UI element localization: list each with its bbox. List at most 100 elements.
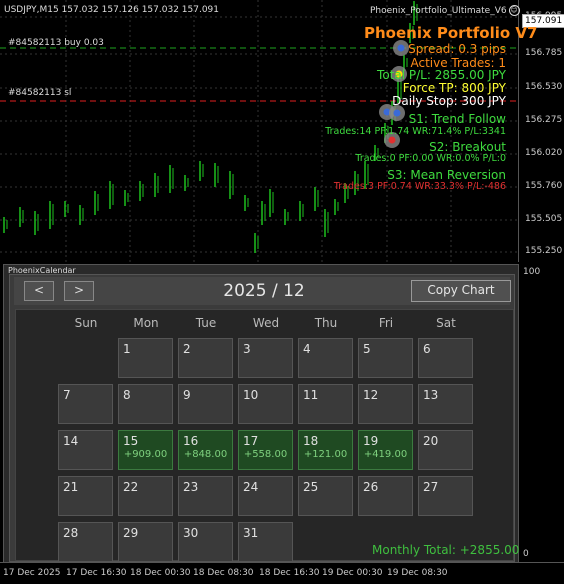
time-tick: 17 Dec 16:30 xyxy=(66,568,127,578)
calendar-day-pnl: +848.00 xyxy=(183,449,228,460)
calendar-day-number: 15 xyxy=(123,434,139,448)
calendar-day-pnl: +909.00 xyxy=(123,449,168,460)
day-of-week-header: Thu xyxy=(314,316,338,330)
calendar-day-cell[interactable]: 1 xyxy=(118,338,173,378)
calendar-day-cell[interactable]: 24 xyxy=(238,476,293,516)
calendar-day-number: 18 xyxy=(303,434,319,448)
calendar-day-number: 5 xyxy=(363,342,371,356)
day-of-week-header: Sun xyxy=(74,316,98,330)
day-of-week-header: Mon xyxy=(133,316,159,330)
calendar-scale-top: 100 xyxy=(523,267,541,277)
calendar-day-number: 6 xyxy=(423,342,431,356)
calendar-day-cell[interactable]: 11 xyxy=(298,384,353,424)
price-tick: 155.250 xyxy=(525,246,563,256)
calendar-day-cell[interactable]: 18 +121.00 xyxy=(298,430,353,470)
day-of-week-header: Wed xyxy=(252,316,280,330)
calendar-day-cell[interactable]: 30 xyxy=(178,522,233,562)
prev-month-button[interactable]: < xyxy=(24,281,54,301)
calendar-day-cell[interactable]: 14 xyxy=(58,430,113,470)
calendar-day-cell[interactable]: 2 xyxy=(178,338,233,378)
calendar-day-cell[interactable]: 22 xyxy=(118,476,173,516)
calendar-day-cell[interactable]: 23 xyxy=(178,476,233,516)
overlay-daily-stop: Daily Stop: 300 JPY xyxy=(392,94,506,108)
calendar-day-cell[interactable]: 12 xyxy=(358,384,413,424)
time-tick: 18 Dec 16:30 xyxy=(259,568,320,578)
calendar-day-cell[interactable]: 28 xyxy=(58,522,113,562)
calendar-day-cell[interactable]: 5 xyxy=(358,338,413,378)
calendar-day-number: 22 xyxy=(123,480,139,494)
trade-marker-dot xyxy=(388,136,396,144)
calendar-day-cell[interactable]: 16 +848.00 xyxy=(178,430,233,470)
calendar-day-cell[interactable]: 26 xyxy=(358,476,413,516)
calendar-day-cell[interactable]: 31 xyxy=(238,522,293,562)
day-of-week-header: Fri xyxy=(378,316,394,330)
overlay-s3-stats: Trades:3 PF:0.74 WR:33.3% P/L:-486 xyxy=(333,181,506,192)
price-tick: 155.760 xyxy=(525,181,563,191)
calendar-day-cell[interactable]: 19 +419.00 xyxy=(358,430,413,470)
month-title: 2025 / 12 xyxy=(223,281,305,301)
calendar-day-pnl: +558.00 xyxy=(243,449,288,460)
copy-chart-button[interactable]: Copy Chart xyxy=(411,280,511,302)
calendar-day-number: 24 xyxy=(243,480,259,494)
overlay-s1-name: S1: Trend Follow xyxy=(408,112,506,126)
monthly-total: Monthly Total: +2855.00 xyxy=(372,543,520,557)
calendar-day-number: 20 xyxy=(423,434,439,448)
day-of-week-header: Sat xyxy=(436,316,456,330)
calendar-day-cell[interactable]: 6 xyxy=(418,338,473,378)
overlay-force-tp: Force TP: 800 JPY xyxy=(402,81,506,95)
time-axis[interactable]: 17 Dec 2025 17 Dec 16:30 18 Dec 00:30 18 De… xyxy=(0,562,564,584)
calendar-scale-bottom: 0 xyxy=(523,549,529,559)
overlay-spread: Spread: 0.3 pips xyxy=(408,42,506,56)
sl-line-label: #84582113 sl xyxy=(8,88,72,98)
calendar-grid: Monthly Total: +2855.00 Sun Mon Tue Wed Thu F… xyxy=(15,309,519,562)
price-tick: 156.020 xyxy=(525,148,563,158)
time-tick: 18 Dec 00:30 xyxy=(130,568,191,578)
trade-marker-dot xyxy=(393,109,401,117)
calendar-day-cell[interactable]: 4 xyxy=(298,338,353,378)
calendar-day-cell[interactable]: 10 xyxy=(238,384,293,424)
calendar-day-cell[interactable]: 20 xyxy=(418,430,473,470)
time-tick: 19 Dec 00:30 xyxy=(322,568,383,578)
calendar-day-cell[interactable]: 13 xyxy=(418,384,473,424)
next-month-button[interactable]: > xyxy=(64,281,94,301)
time-tick: 18 Dec 08:30 xyxy=(193,568,254,578)
calendar-day-number: 25 xyxy=(303,480,319,494)
calendar-day-number: 23 xyxy=(183,480,199,494)
calendar-day-cell[interactable]: 15 +909.00 xyxy=(118,430,173,470)
trade-marker-dot xyxy=(397,44,405,52)
calendar-day-cell[interactable]: 27 xyxy=(418,476,473,516)
calendar-day-number: 9 xyxy=(183,388,191,402)
overlay-s2-name: S2: Breakout xyxy=(429,140,506,154)
calendar-day-cell[interactable]: 8 xyxy=(118,384,173,424)
calendar-day-number: 21 xyxy=(63,480,79,494)
ea-name-text: Phoenix_Portfolio_Ultimate_V6 xyxy=(370,6,507,16)
overlay-s2-stats: Trades:0 PF:0.00 WR:0.0% P/L:0 xyxy=(355,153,506,164)
tp-line-label: #84582113 buy 0.03 xyxy=(8,38,104,48)
price-tick: 156.785 xyxy=(525,48,563,58)
overlay-title: Phoenix Portfolio V7 xyxy=(364,24,538,42)
calendar-panel: < > 2025 / 12 Copy Chart Monthly Total: … xyxy=(9,274,519,562)
calendar-day-cell[interactable]: 25 xyxy=(298,476,353,516)
calendar-day-number: 29 xyxy=(123,526,139,540)
calendar-day-number: 27 xyxy=(423,480,439,494)
calendar-day-cell[interactable]: 7 xyxy=(58,384,113,424)
calendar-day-number: 30 xyxy=(183,526,199,540)
calendar-day-number: 8 xyxy=(123,388,131,402)
calendar-window: PhoenixCalendar < > 2025 / 12 Copy Chart… xyxy=(3,264,519,564)
calendar-day-number: 3 xyxy=(243,342,251,356)
calendar-day-cell[interactable]: 21 xyxy=(58,476,113,516)
price-tick: 156.275 xyxy=(525,115,563,125)
day-of-week-header: Tue xyxy=(195,316,217,330)
calendar-day-number: 12 xyxy=(363,388,379,402)
symbol-info: USDJPY,M15 157.032 157.126 157.032 157.0… xyxy=(4,5,220,15)
calendar-day-cell[interactable]: 17 +558.00 xyxy=(238,430,293,470)
calendar-day-pnl: +419.00 xyxy=(363,449,408,460)
calendar-day-number: 11 xyxy=(303,388,319,402)
calendar-day-cell[interactable]: 9 xyxy=(178,384,233,424)
calendar-day-cell[interactable]: 3 xyxy=(238,338,293,378)
calendar-day-cell[interactable]: 29 xyxy=(118,522,173,562)
calendar-day-number: 19 xyxy=(363,434,379,448)
calendar-day-number: 7 xyxy=(63,388,71,402)
time-tick: 17 Dec 2025 xyxy=(3,568,61,578)
overlay-s3-name: S3: Mean Reversion xyxy=(387,168,506,182)
